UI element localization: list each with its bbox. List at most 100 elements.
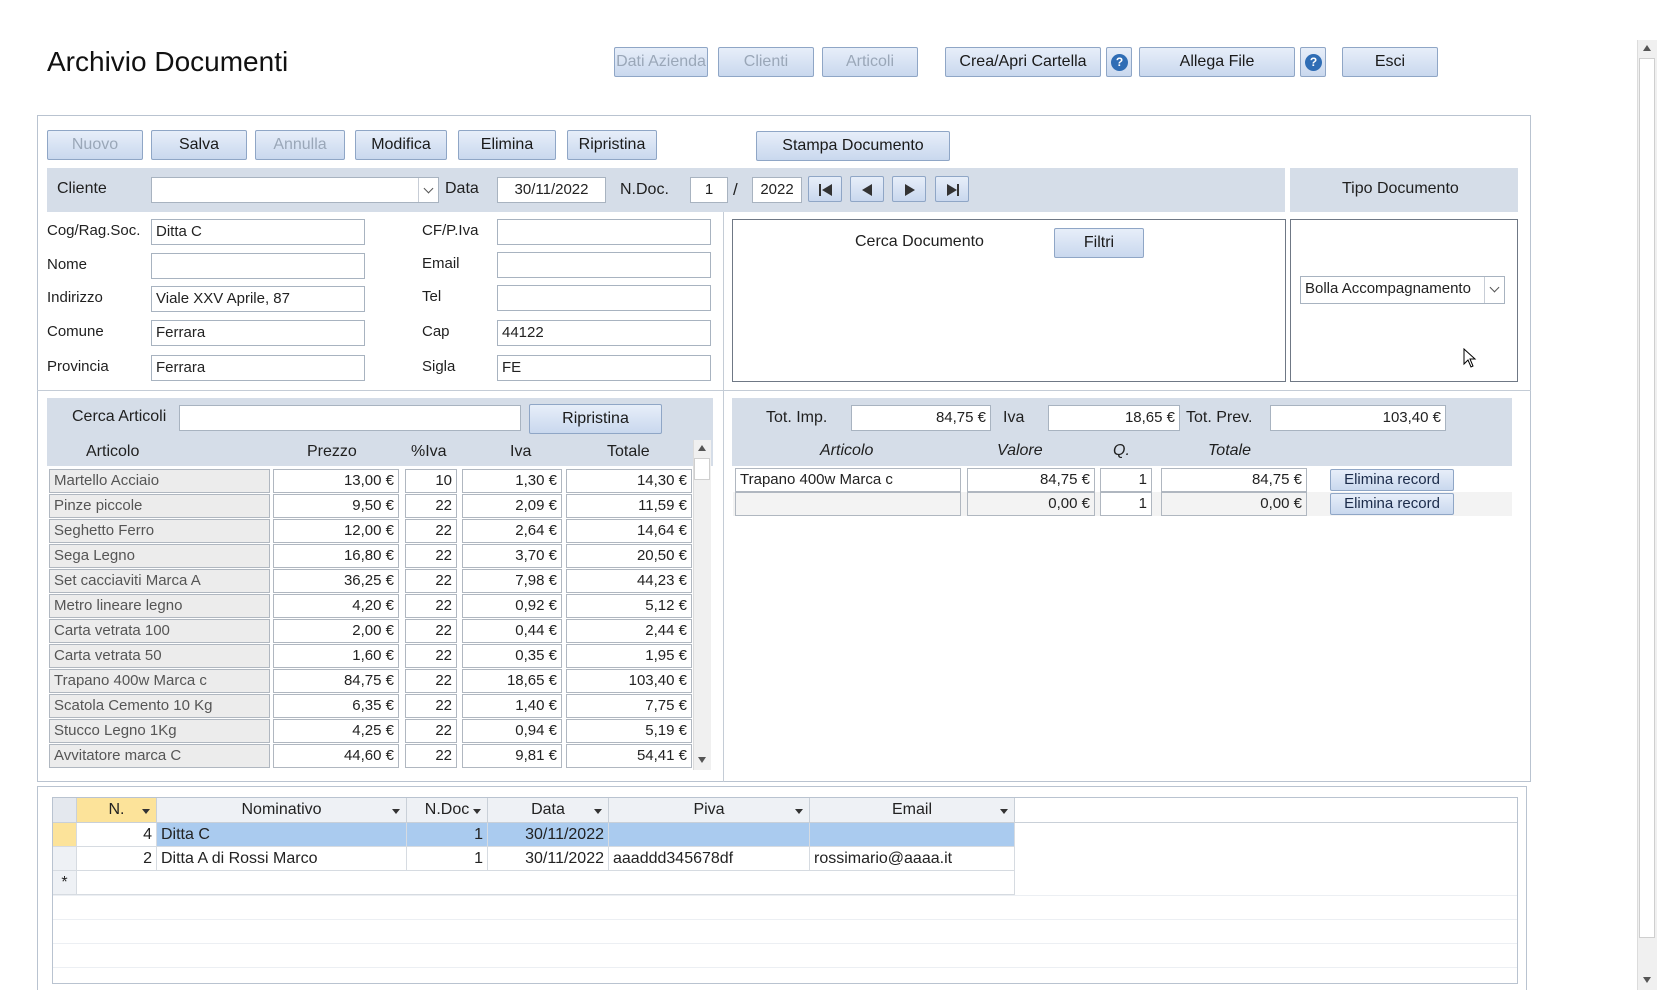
article-piva-cell[interactable]: 22 — [405, 644, 457, 668]
cerca-articoli-input[interactable] — [179, 405, 521, 431]
filter-arrow-icon[interactable] — [473, 809, 481, 814]
anno-field[interactable]: 2022 — [752, 177, 802, 203]
article-piva-cell[interactable]: 22 — [405, 594, 457, 618]
grid-col-n[interactable]: N. — [77, 798, 157, 823]
doc-line-valore-cell[interactable]: 0,00 € — [967, 492, 1095, 516]
cog-field[interactable]: Ditta C — [151, 219, 365, 245]
grid-col-nominativo[interactable]: Nominativo — [157, 798, 407, 823]
filter-arrow-icon[interactable] — [392, 809, 400, 814]
article-prezzo-cell[interactable]: 9,50 € — [273, 494, 399, 518]
article-name-cell[interactable]: Martello Acciaio — [49, 469, 270, 493]
article-piva-cell[interactable]: 22 — [405, 719, 457, 743]
tel-field[interactable] — [497, 285, 711, 311]
grid-col-ndoc[interactable]: N.Doc — [407, 798, 488, 823]
article-totale-cell[interactable]: 7,75 € — [566, 694, 692, 718]
grid-email-cell[interactable] — [810, 823, 1015, 847]
article-name-cell[interactable]: Sega Legno — [49, 544, 270, 568]
scroll-up-icon[interactable] — [697, 444, 707, 452]
article-prezzo-cell[interactable]: 2,00 € — [273, 619, 399, 643]
grid-col-piva[interactable]: Piva — [609, 798, 810, 823]
article-piva-cell[interactable]: 22 — [405, 519, 457, 543]
ripristina-button[interactable]: Ripristina — [567, 130, 657, 160]
doc-line-q-cell[interactable]: 1 — [1100, 492, 1152, 516]
email-field[interactable] — [497, 252, 711, 278]
article-name-cell[interactable]: Trapano 400w Marca c — [49, 669, 270, 693]
article-name-cell[interactable]: Stucco Legno 1Kg — [49, 719, 270, 743]
article-totale-cell[interactable]: 5,12 € — [566, 594, 692, 618]
scroll-up-icon[interactable] — [1642, 44, 1652, 52]
ndoc-field[interactable]: 1 — [690, 177, 728, 203]
article-prezzo-cell[interactable]: 36,25 € — [273, 569, 399, 593]
article-totale-cell[interactable]: 44,23 € — [566, 569, 692, 593]
article-totale-cell[interactable]: 1,95 € — [566, 644, 692, 668]
sigla-field[interactable]: FE — [497, 355, 711, 381]
clienti-button[interactable]: Clienti — [718, 47, 814, 77]
article-piva-cell[interactable]: 22 — [405, 669, 457, 693]
article-piva-cell[interactable]: 22 — [405, 694, 457, 718]
filter-arrow-icon[interactable] — [142, 809, 150, 814]
first-record-button[interactable] — [808, 176, 842, 202]
grid-data-cell[interactable]: 30/11/2022 — [488, 847, 609, 871]
elimina-record-button[interactable]: Elimina record — [1330, 469, 1454, 491]
crea-cartella-button[interactable]: Crea/Apri Cartella — [945, 47, 1101, 77]
article-totale-cell[interactable]: 14,30 € — [566, 469, 692, 493]
article-piva-cell[interactable]: 22 — [405, 744, 457, 768]
article-iva-cell[interactable]: 0,44 € — [462, 619, 562, 643]
grid-col-email[interactable]: Email — [810, 798, 1015, 823]
cliente-combobox[interactable] — [151, 177, 439, 203]
grid-ndoc-cell[interactable]: 1 — [407, 823, 488, 847]
article-name-cell[interactable]: Avvitatore marca C — [49, 744, 270, 768]
article-totale-cell[interactable]: 11,59 € — [566, 494, 692, 518]
grid-data-cell[interactable]: 30/11/2022 — [488, 823, 609, 847]
new-row-marker[interactable]: * — [53, 871, 77, 895]
dati-azienda-button[interactable]: Dati Azienda — [614, 47, 708, 77]
article-name-cell[interactable]: Pinze piccole — [49, 494, 270, 518]
article-iva-cell[interactable]: 0,92 € — [462, 594, 562, 618]
article-iva-cell[interactable]: 7,98 € — [462, 569, 562, 593]
comune-field[interactable]: Ferrara — [151, 320, 365, 346]
salva-button[interactable]: Salva — [151, 130, 247, 160]
data-field[interactable]: 30/11/2022 — [497, 177, 606, 203]
article-name-cell[interactable]: Seghetto Ferro — [49, 519, 270, 543]
article-totale-cell[interactable]: 103,40 € — [566, 669, 692, 693]
article-piva-cell[interactable]: 10 — [405, 469, 457, 493]
allega-file-button[interactable]: Allega File — [1139, 47, 1295, 77]
filter-arrow-icon[interactable] — [795, 809, 803, 814]
grid-piva-cell[interactable] — [609, 823, 810, 847]
filter-arrow-icon[interactable] — [594, 809, 602, 814]
grid-n-cell[interactable]: 4 — [77, 823, 157, 847]
article-totale-cell[interactable]: 2,44 € — [566, 619, 692, 643]
doc-line-articolo-cell[interactable] — [735, 492, 961, 516]
indirizzo-field[interactable]: Viale XXV Aprile, 87 — [151, 286, 365, 312]
doc-line-articolo-cell[interactable]: Trapano 400w Marca c — [735, 468, 961, 492]
article-iva-cell[interactable]: 0,94 € — [462, 719, 562, 743]
grid-piva-cell[interactable]: aaaddd345678df — [609, 847, 810, 871]
article-iva-cell[interactable]: 0,35 € — [462, 644, 562, 668]
grid-ndoc-cell[interactable]: 1 — [407, 847, 488, 871]
article-prezzo-cell[interactable]: 44,60 € — [273, 744, 399, 768]
annulla-button[interactable]: Annulla — [255, 130, 345, 160]
cf-field[interactable] — [497, 219, 711, 245]
scroll-down-icon[interactable] — [1642, 976, 1652, 984]
article-prezzo-cell[interactable]: 1,60 € — [273, 644, 399, 668]
nome-field[interactable] — [151, 253, 365, 279]
article-iva-cell[interactable]: 1,30 € — [462, 469, 562, 493]
elimina-record-button[interactable]: Elimina record — [1330, 493, 1454, 515]
grid-email-cell[interactable]: rossimario@aaaa.it — [810, 847, 1015, 871]
nuovo-button[interactable]: Nuovo — [47, 130, 143, 160]
last-record-button[interactable] — [935, 176, 969, 202]
doc-line-totale-cell[interactable]: 84,75 € — [1161, 468, 1307, 492]
doc-line-q-cell[interactable]: 1 — [1100, 468, 1152, 492]
modifica-button[interactable]: Modifica — [355, 130, 447, 160]
article-piva-cell[interactable]: 22 — [405, 544, 457, 568]
article-prezzo-cell[interactable]: 6,35 € — [273, 694, 399, 718]
filter-arrow-icon[interactable] — [1000, 809, 1008, 814]
article-iva-cell[interactable]: 9,81 € — [462, 744, 562, 768]
doc-line-totale-cell[interactable]: 0,00 € — [1161, 492, 1307, 516]
article-prezzo-cell[interactable]: 12,00 € — [273, 519, 399, 543]
next-record-button[interactable] — [892, 176, 926, 202]
articles-scroll-thumb[interactable] — [694, 458, 710, 480]
article-prezzo-cell[interactable]: 13,00 € — [273, 469, 399, 493]
help-allega-button[interactable]: ? — [1300, 47, 1326, 77]
article-totale-cell[interactable]: 5,19 € — [566, 719, 692, 743]
